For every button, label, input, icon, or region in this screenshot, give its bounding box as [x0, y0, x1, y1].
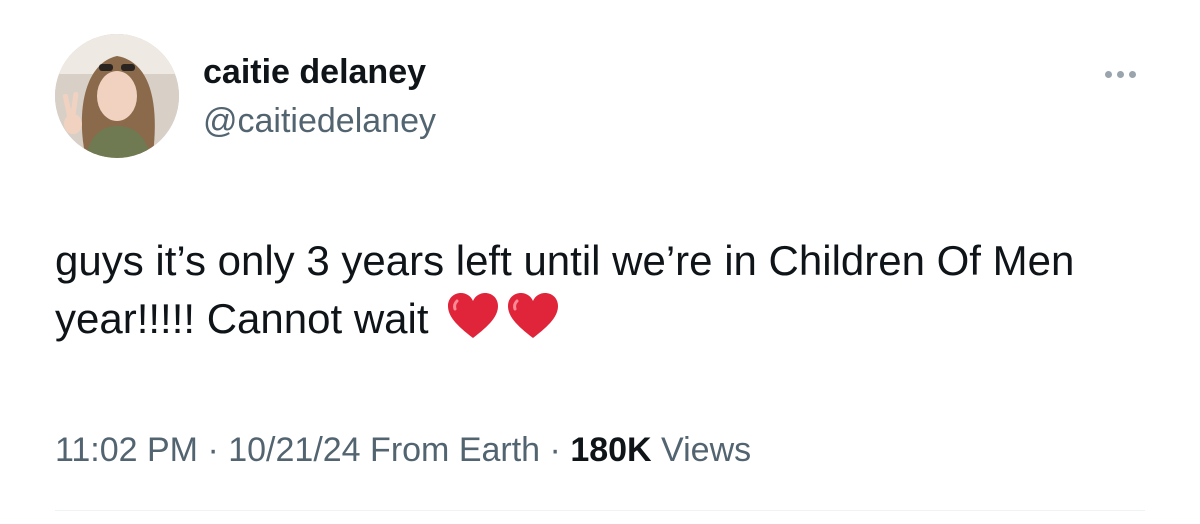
- tweet-date[interactable]: 10/21/24: [228, 431, 360, 469]
- more-options-button[interactable]: [1090, 62, 1150, 86]
- tweet-text: guys it’s only 3 years left until we’re …: [55, 232, 1165, 348]
- meta-separator: ·: [198, 431, 229, 469]
- profile-photo-icon: [55, 34, 179, 158]
- meta-separator: ·: [540, 431, 571, 469]
- display-name[interactable]: caitie delaney: [203, 52, 426, 92]
- ellipsis-icon: [1104, 70, 1112, 78]
- avatar[interactable]: [55, 34, 179, 158]
- red-heart-icon: [448, 293, 499, 338]
- views-count[interactable]: 180K: [570, 431, 651, 469]
- tweet-source: From Earth: [370, 431, 541, 469]
- ellipsis-icon: [1128, 70, 1136, 78]
- user-handle[interactable]: @caitiedelaney: [203, 101, 436, 141]
- divider: [55, 510, 1145, 511]
- tweet-metadata: 11:02 PM · 10/21/24 From Earth · 180K Vi…: [55, 428, 751, 472]
- red-heart-icon: [508, 293, 559, 338]
- views-label[interactable]: Views: [661, 431, 751, 469]
- tweet-body: guys it’s only 3 years left until we’re …: [55, 237, 1075, 342]
- tweet-card: caitie delaney @caitiedelaney guys it’s …: [0, 0, 1200, 524]
- ellipsis-icon: [1116, 70, 1124, 78]
- tweet-time[interactable]: 11:02 PM: [55, 431, 198, 469]
